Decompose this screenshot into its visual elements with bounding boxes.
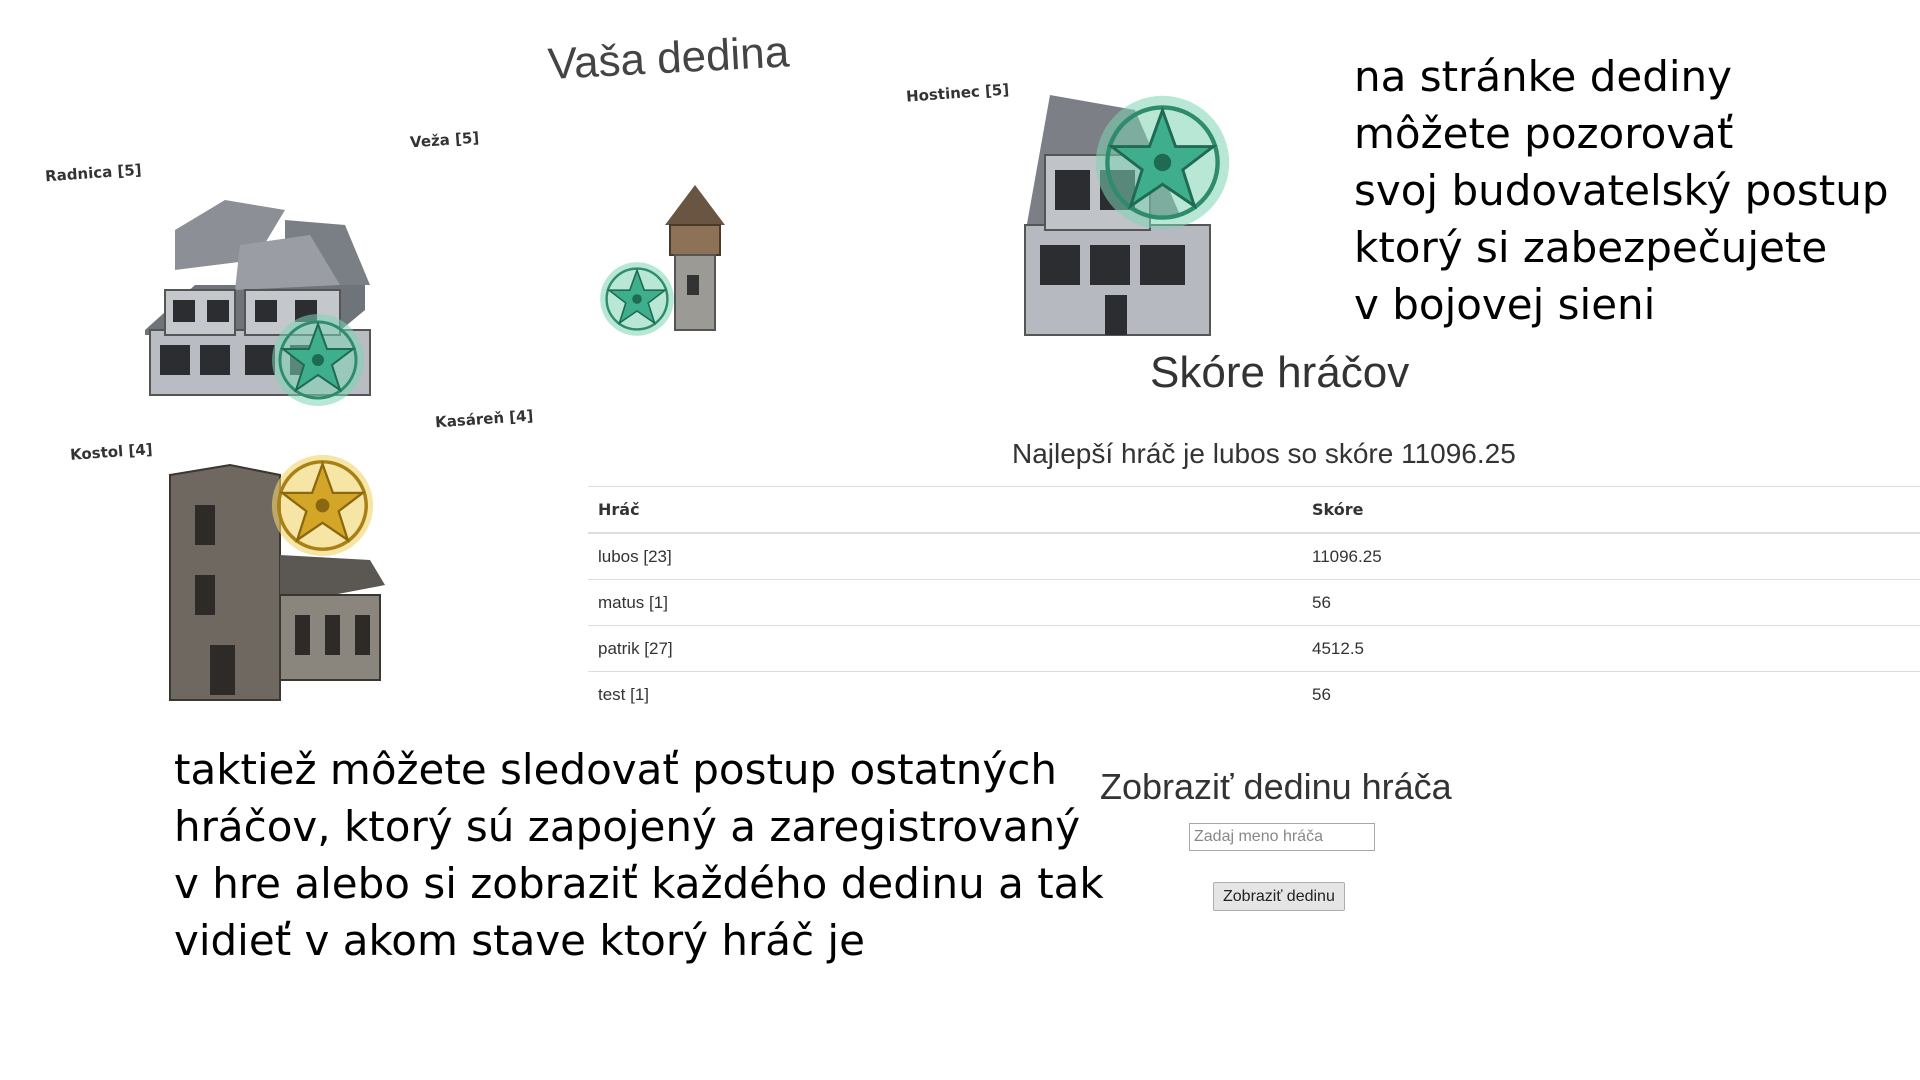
caption-line: na stránke dediny xyxy=(1354,52,1732,101)
table-row: lubos [23] 11096.25 xyxy=(588,532,1920,580)
teal-star-icon xyxy=(600,262,674,336)
column-header-score: Skóre xyxy=(1302,486,1920,534)
caption-line: svoj budovatelský postup xyxy=(1354,166,1889,215)
building-label-radnica[interactable]: Radnica [5] xyxy=(44,161,142,186)
table-header-row: Hráč Skóre xyxy=(588,486,1920,534)
caption-line: v bojovej sieni xyxy=(1354,280,1656,329)
caption-line: ktorý si zabezpečujete xyxy=(1354,223,1828,272)
building-label-veza[interactable]: Veža [5] xyxy=(409,129,479,152)
player-name-cell: matus [1] xyxy=(588,579,1302,626)
building-label-hostinec[interactable]: Hostinec [5] xyxy=(905,80,1009,105)
player-score-cell: 56 xyxy=(1302,579,1920,626)
table-row: test [1] 56 xyxy=(588,671,1920,717)
score-table: Hráč Skóre lubos [23] 11096.25 matus [1]… xyxy=(588,486,1920,717)
caption-line: hráčov, ktorý sú zapojený a zaregistrova… xyxy=(174,802,1081,851)
score-title: Skóre hráčov xyxy=(1150,348,1410,397)
player-name-cell: patrik [27] xyxy=(588,625,1302,672)
table-row: patrik [27] 4512.5 xyxy=(588,625,1920,672)
building-label-kostol[interactable]: Kostol [4] xyxy=(69,440,153,464)
caption-line: v hre alebo si zobraziť každého dedinu a… xyxy=(174,859,1104,908)
player-score-cell: 56 xyxy=(1302,671,1920,717)
gold-star-icon xyxy=(271,454,374,557)
player-name-cell: test [1] xyxy=(588,671,1302,717)
teal-star-icon xyxy=(272,314,364,406)
caption-line: taktiež môžete sledovať postup ostatných xyxy=(174,745,1057,794)
player-score-cell: 4512.5 xyxy=(1302,625,1920,672)
show-village-button[interactable]: Zobraziť dedinu xyxy=(1213,882,1345,911)
teal-star-icon xyxy=(1095,95,1230,230)
column-header-player: Hráč xyxy=(588,486,1302,534)
caption-line: vidieť v akom stave ktorý hráč je xyxy=(174,916,865,965)
table-row: matus [1] 56 xyxy=(588,579,1920,626)
show-village-title: Zobraziť dedinu hráča xyxy=(1100,766,1452,807)
caption-line: môžete pozorovať xyxy=(1354,109,1734,158)
building-label-kasaren[interactable]: Kasáreň [4] xyxy=(434,407,533,432)
caption-village-progress: na stránke dediny môžete pozorovať svoj … xyxy=(1354,48,1889,333)
village-title: Vaša dedina xyxy=(546,27,791,89)
player-score-cell: 11096.25 xyxy=(1302,532,1920,580)
player-name-input[interactable] xyxy=(1189,823,1375,851)
caption-other-players: taktiež môžete sledovať postup ostatných… xyxy=(174,741,1104,969)
player-name-cell: lubos [23] xyxy=(588,532,1302,580)
best-player-text: Najlepší hráč je lubos so skóre 11096.25 xyxy=(1012,438,1516,469)
